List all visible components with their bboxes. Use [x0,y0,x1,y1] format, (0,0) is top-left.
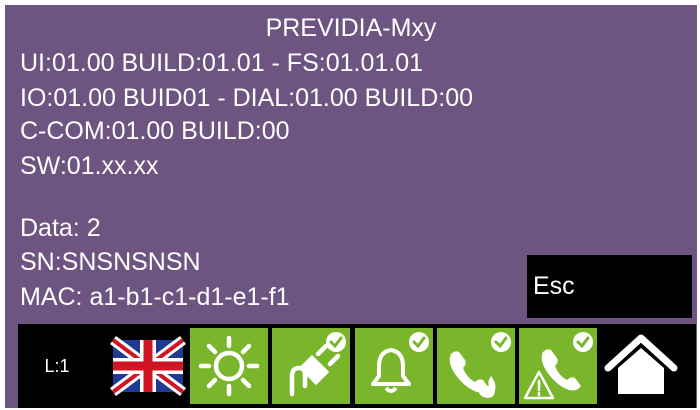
info-data: Data: 2 [20,214,101,242]
info-serial-number: SN:SNSNSNSN [20,248,201,276]
uk-flag-icon [109,328,187,404]
device-screen: PREVIDIA-Mxy UI:01.00 BUILD:01.01 - FS:0… [5,5,697,408]
info-mac-address: MAC: a1-b1-c1-d1-e1-f1 [20,283,290,311]
fault-call-status-button[interactable] [519,328,597,404]
info-ui-version: UI:01.00 BUILD:01.01 - FS:01.01.01 [20,49,424,77]
language-button[interactable] [109,328,187,404]
power-plug-check-icon [289,332,346,397]
sun-icon [198,335,260,397]
phone-fire-check-icon [449,332,511,398]
phone-warning-check-icon [523,332,593,400]
home-icon [604,334,678,394]
info-ccom-version: C-COM:01.00 BUILD:00 [20,117,290,145]
esc-button[interactable]: Esc [527,255,692,318]
page-title: PREVIDIA-Mxy [265,14,437,42]
status-bar: L:1 [18,324,696,408]
fire-call-status-button[interactable] [437,328,515,404]
brightness-button[interactable] [190,328,268,404]
info-sw-version: SW:01.xx.xx [20,152,159,180]
power-status-button[interactable] [272,328,350,404]
alarm-status-button[interactable] [355,328,433,404]
home-button[interactable] [602,328,680,404]
access-level-label: L:1 [44,356,70,376]
bell-check-icon [371,332,429,393]
info-io-version: IO:01.00 BUID01 - DIAL:01.00 BUILD:00 [20,84,474,112]
